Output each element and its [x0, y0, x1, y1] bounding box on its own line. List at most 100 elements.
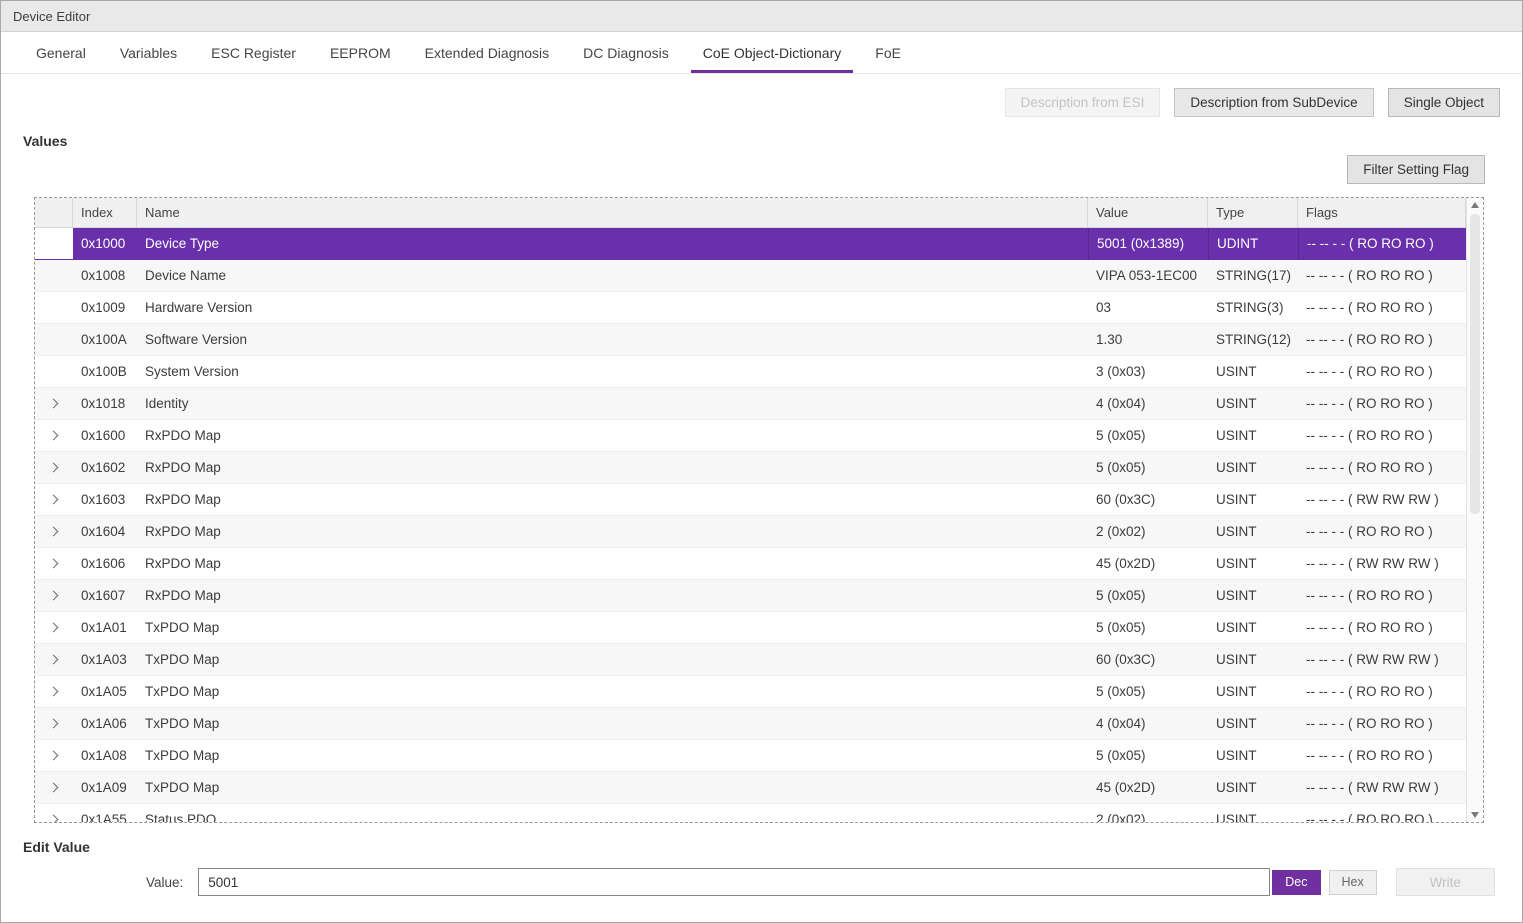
- name-cell: TxPDO Map: [137, 772, 1088, 803]
- name-cell: Device Type: [137, 228, 1088, 259]
- column-header-type[interactable]: Type: [1208, 198, 1298, 227]
- flags-cell: -- -- - - ( RO RO RO ): [1298, 804, 1466, 822]
- table-row[interactable]: 0x1018Identity4 (0x04)USINT-- -- - - ( R…: [35, 388, 1466, 420]
- index-cell: 0x1606: [73, 548, 137, 579]
- expand-cell: [35, 356, 73, 387]
- flags-cell: -- -- - - ( RW RW RW ): [1298, 772, 1466, 803]
- tab-coe-object-dictionary[interactable]: CoE Object-Dictionary: [686, 32, 859, 73]
- chevron-right-icon[interactable]: [48, 655, 58, 665]
- chevron-right-icon[interactable]: [48, 399, 58, 409]
- expand-cell[interactable]: [35, 388, 73, 419]
- table-row[interactable]: 0x1000Device Type5001 (0x1389)UDINT-- --…: [35, 228, 1466, 260]
- chevron-right-icon[interactable]: [48, 527, 58, 537]
- table-row[interactable]: 0x1600RxPDO Map5 (0x05)USINT-- -- - - ( …: [35, 420, 1466, 452]
- single-object-button[interactable]: Single Object: [1388, 88, 1500, 117]
- table-row[interactable]: 0x1606RxPDO Map45 (0x2D)USINT-- -- - - (…: [35, 548, 1466, 580]
- window-title: Device Editor: [13, 9, 90, 24]
- expand-cell[interactable]: [35, 612, 73, 643]
- chevron-right-icon[interactable]: [48, 591, 58, 601]
- description-from-subdevice-button[interactable]: Description from SubDevice: [1174, 88, 1373, 117]
- value-cell: 45 (0x2D): [1088, 548, 1208, 579]
- table-row[interactable]: 0x1008Device NameVIPA 053-1EC00STRING(17…: [35, 260, 1466, 292]
- chevron-right-icon[interactable]: [48, 687, 58, 697]
- column-header-name[interactable]: Name: [137, 198, 1088, 227]
- tab-extended-diagnosis[interactable]: Extended Diagnosis: [408, 32, 567, 73]
- flags-cell: -- -- - - ( RO RO RO ): [1298, 420, 1466, 451]
- value-cell: 2 (0x02): [1088, 516, 1208, 547]
- type-cell: USINT: [1208, 516, 1298, 547]
- tab-dc-diagnosis[interactable]: DC Diagnosis: [566, 32, 686, 73]
- scroll-up-icon[interactable]: [1471, 202, 1479, 208]
- column-header-value[interactable]: Value: [1088, 198, 1208, 227]
- value-cell: 5 (0x05): [1088, 580, 1208, 611]
- index-cell: 0x1A06: [73, 708, 137, 739]
- expand-cell[interactable]: [35, 516, 73, 547]
- name-cell: TxPDO Map: [137, 740, 1088, 771]
- table-row[interactable]: 0x1A01TxPDO Map5 (0x05)USINT-- -- - - ( …: [35, 612, 1466, 644]
- table-row[interactable]: 0x1603RxPDO Map60 (0x3C)USINT-- -- - - (…: [35, 484, 1466, 516]
- scroll-down-icon[interactable]: [1471, 812, 1479, 818]
- table-row[interactable]: 0x1A06TxPDO Map4 (0x04)USINT-- -- - - ( …: [35, 708, 1466, 740]
- chevron-right-icon[interactable]: [48, 495, 58, 505]
- flags-cell: -- -- - - ( RO RO RO ): [1298, 740, 1466, 771]
- expand-cell[interactable]: [35, 452, 73, 483]
- expand-cell[interactable]: [35, 644, 73, 675]
- chevron-right-icon[interactable]: [48, 751, 58, 761]
- tab-foe[interactable]: FoE: [858, 32, 918, 73]
- chevron-right-icon[interactable]: [48, 719, 58, 729]
- edit-value-row: Value: Dec Hex Write: [146, 868, 1522, 896]
- table-row[interactable]: 0x1607RxPDO Map5 (0x05)USINT-- -- - - ( …: [35, 580, 1466, 612]
- expand-cell[interactable]: [35, 772, 73, 803]
- type-cell: USINT: [1208, 708, 1298, 739]
- index-cell: 0x1604: [73, 516, 137, 547]
- type-cell: UDINT: [1208, 228, 1298, 259]
- column-header-flags[interactable]: Flags: [1298, 198, 1466, 227]
- expand-column-header: [35, 198, 73, 227]
- chevron-right-icon[interactable]: [48, 463, 58, 473]
- chevron-right-icon[interactable]: [48, 815, 58, 822]
- expand-cell[interactable]: [35, 740, 73, 771]
- value-input[interactable]: [198, 868, 1270, 896]
- column-header-index[interactable]: Index: [73, 198, 137, 227]
- device-editor-window: Device Editor GeneralVariablesESC Regist…: [0, 0, 1523, 923]
- dec-button[interactable]: Dec: [1272, 870, 1320, 895]
- filter-setting-flag-button[interactable]: Filter Setting Flag: [1347, 155, 1485, 184]
- table-row[interactable]: 0x1A05TxPDO Map5 (0x05)USINT-- -- - - ( …: [35, 676, 1466, 708]
- type-cell: USINT: [1208, 452, 1298, 483]
- description-from-esi-button: Description from ESI: [1005, 88, 1161, 117]
- type-cell: USINT: [1208, 612, 1298, 643]
- expand-cell: [35, 324, 73, 355]
- chevron-right-icon[interactable]: [48, 431, 58, 441]
- type-cell: USINT: [1208, 548, 1298, 579]
- table-row[interactable]: 0x100ASoftware Version1.30STRING(12)-- -…: [35, 324, 1466, 356]
- table-row[interactable]: 0x1602RxPDO Map5 (0x05)USINT-- -- - - ( …: [35, 452, 1466, 484]
- expand-cell[interactable]: [35, 708, 73, 739]
- expand-cell[interactable]: [35, 804, 73, 822]
- tab-general[interactable]: General: [19, 32, 103, 73]
- flags-cell: -- -- - - ( RO RO RO ): [1298, 676, 1466, 707]
- expand-cell[interactable]: [35, 676, 73, 707]
- table-row[interactable]: 0x1604RxPDO Map2 (0x02)USINT-- -- - - ( …: [35, 516, 1466, 548]
- tab-esc-register[interactable]: ESC Register: [194, 32, 313, 73]
- chevron-right-icon[interactable]: [48, 783, 58, 793]
- tab-variables[interactable]: Variables: [103, 32, 194, 73]
- vertical-scrollbar[interactable]: [1466, 198, 1483, 822]
- expand-cell[interactable]: [35, 420, 73, 451]
- expand-cell[interactable]: [35, 484, 73, 515]
- table-row[interactable]: 0x1009Hardware Version03STRING(3)-- -- -…: [35, 292, 1466, 324]
- table-row[interactable]: 0x100BSystem Version3 (0x03)USINT-- -- -…: [35, 356, 1466, 388]
- tab-eeprom[interactable]: EEPROM: [313, 32, 408, 73]
- table-row[interactable]: 0x1A08TxPDO Map5 (0x05)USINT-- -- - - ( …: [35, 740, 1466, 772]
- chevron-right-icon[interactable]: [48, 623, 58, 633]
- chevron-right-icon[interactable]: [48, 559, 58, 569]
- table-row[interactable]: 0x1A03TxPDO Map60 (0x3C)USINT-- -- - - (…: [35, 644, 1466, 676]
- expand-cell[interactable]: [35, 548, 73, 579]
- type-cell: USINT: [1208, 356, 1298, 387]
- name-cell: TxPDO Map: [137, 612, 1088, 643]
- flags-cell: -- -- - - ( RO RO RO ): [1298, 516, 1466, 547]
- expand-cell[interactable]: [35, 580, 73, 611]
- table-row[interactable]: 0x1A55Status PDO2 (0x02)USINT-- -- - - (…: [35, 804, 1466, 822]
- table-row[interactable]: 0x1A09TxPDO Map45 (0x2D)USINT-- -- - - (…: [35, 772, 1466, 804]
- hex-button[interactable]: Hex: [1329, 870, 1377, 895]
- scrollbar-thumb[interactable]: [1470, 214, 1480, 514]
